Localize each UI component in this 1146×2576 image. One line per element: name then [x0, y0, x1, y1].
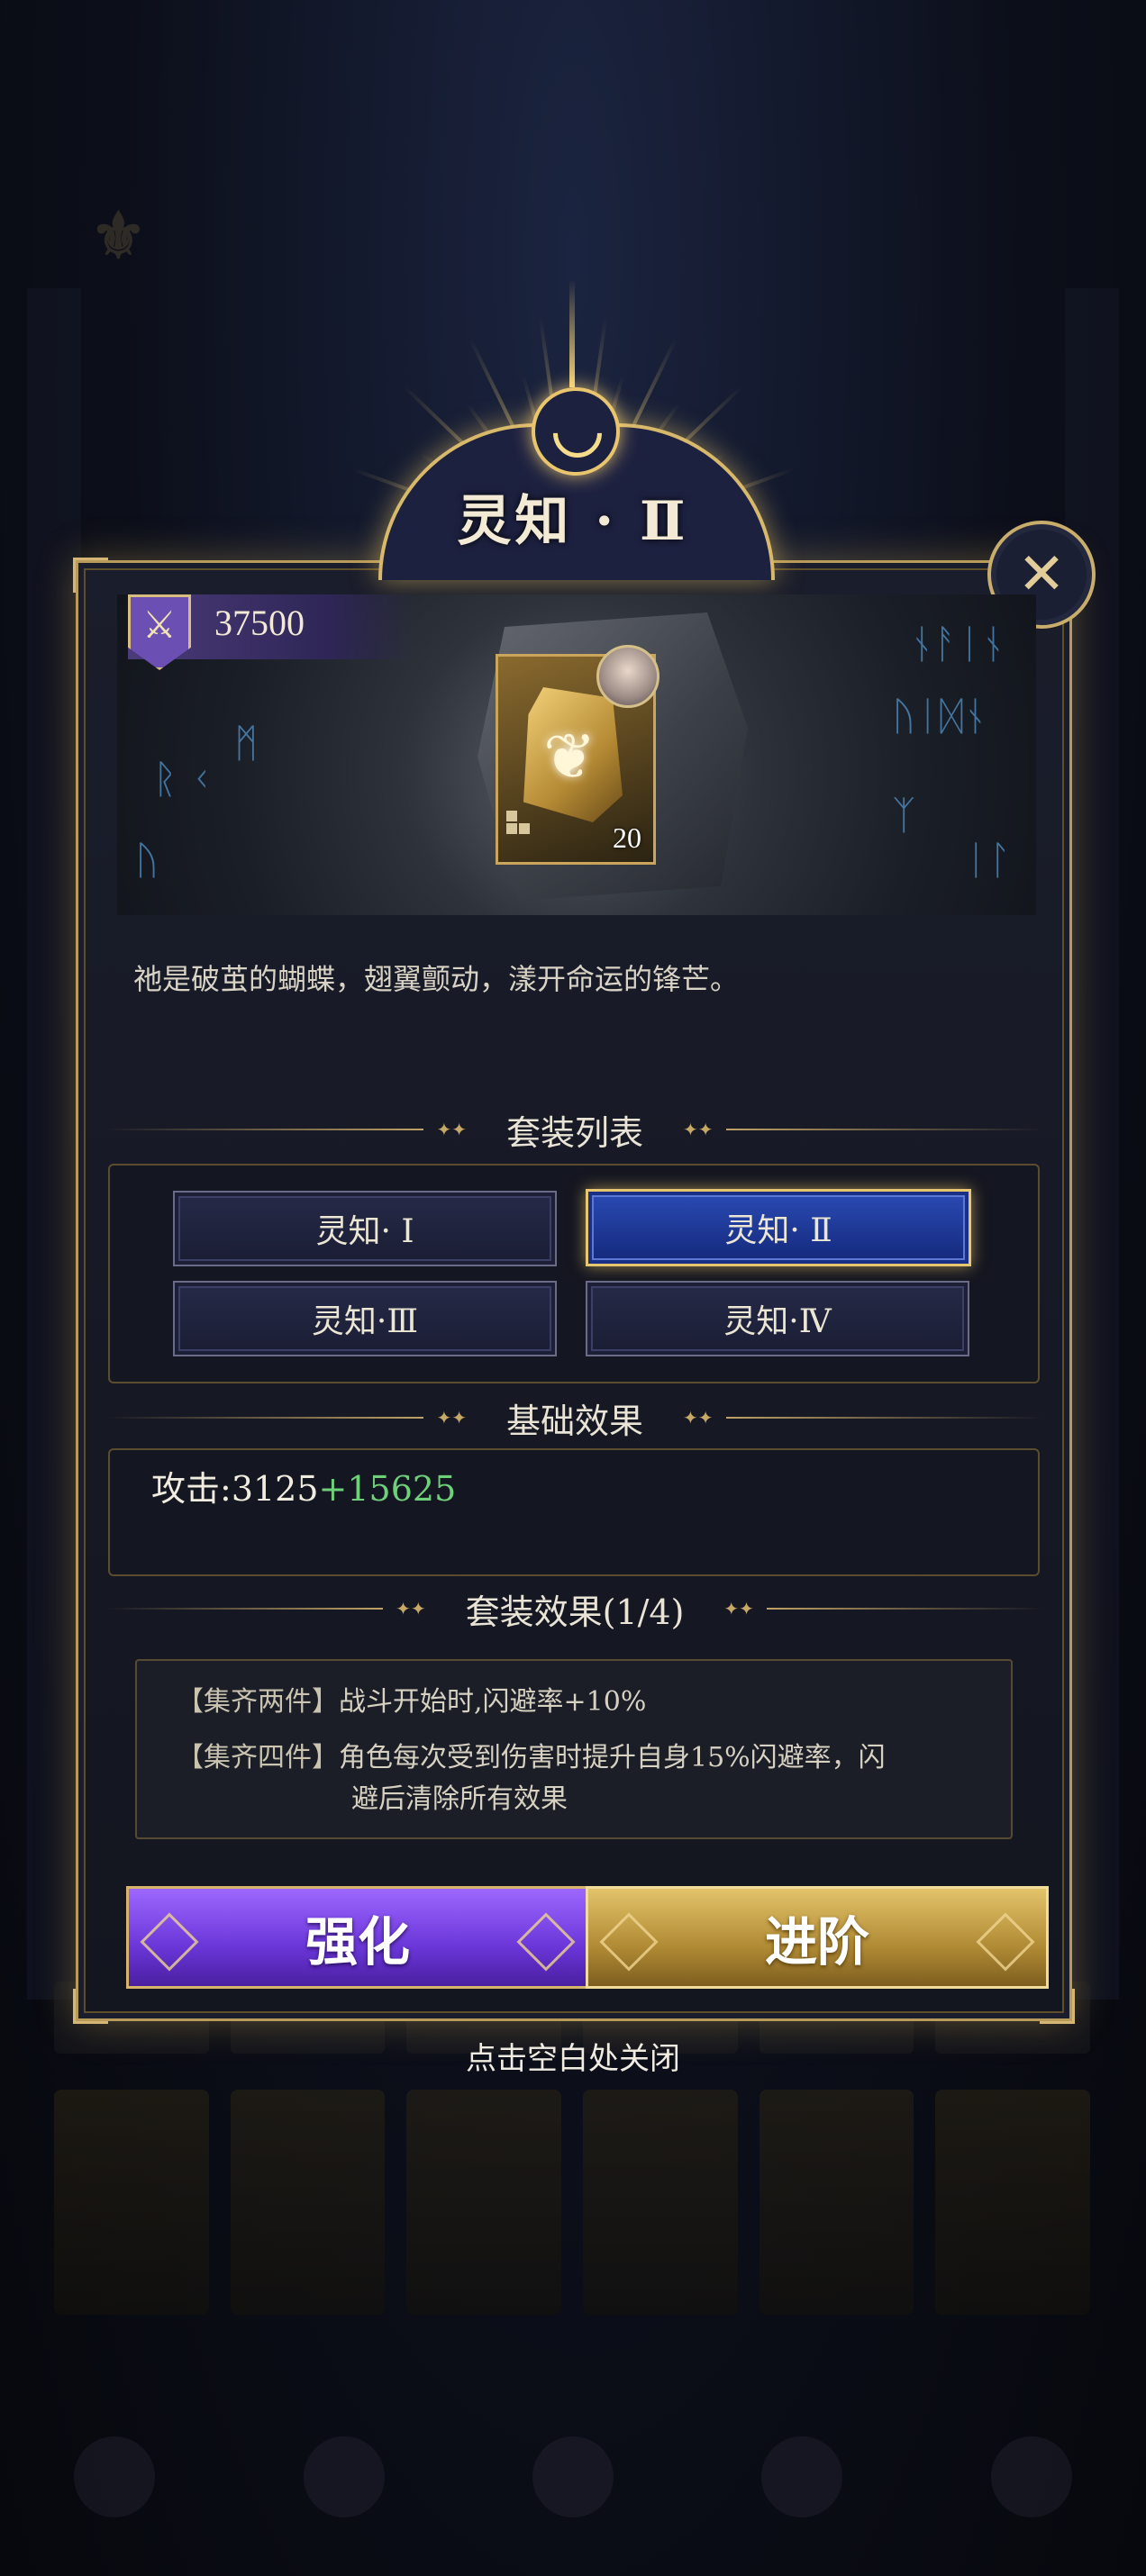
rune-glyph: ᚱ ᚲ: [153, 757, 214, 803]
enhance-label: 强化: [305, 1911, 410, 1973]
base-effect-value: 攻击:3125+15625: [151, 1461, 456, 1510]
crescent-moon-icon: [532, 387, 620, 476]
set-effects-panel: 【集齐两件】战斗开始时,闪避率+10% 【集齐四件】角色每次受到伤害时提升自身1…: [135, 1659, 1013, 1839]
set-button-4[interactable]: 灵知·Ⅳ: [586, 1281, 969, 1356]
character-avatar: [596, 645, 659, 708]
butterfly-icon: ❦: [543, 720, 596, 794]
background-card-grid: [54, 2090, 1091, 2315]
attack-label: 攻击:: [151, 1469, 232, 1509]
section-title: 套装效果(1/4): [465, 1592, 685, 1632]
attack-bonus: +15625: [318, 1469, 457, 1509]
attack-base: 3125: [231, 1469, 319, 1509]
set-effect-line: 【集齐四件】角色每次受到伤害时提升自身15%闪避率，闪: [177, 1742, 886, 1773]
background-card: [583, 2090, 738, 2315]
title-spire: [569, 279, 575, 387]
background-pillar-left: [27, 288, 81, 2000]
section-base-effect-header: ✦✦ 基础效果 ✦✦: [106, 1400, 1044, 1441]
rune-glyph: ᛁᛚ: [964, 838, 1012, 884]
background-card: [406, 2090, 562, 2315]
set-effect-line: 【集齐两件】战斗开始时,闪避率+10%: [177, 1686, 647, 1718]
rune-glyph: ᚢ: [135, 838, 159, 884]
set-effect-line: 避后清除所有效果: [351, 1783, 568, 1815]
rune-glyph: ᚾᚨᛁᚾ: [910, 621, 1005, 667]
background-card: [759, 2090, 914, 2315]
set-button-3[interactable]: 灵知·Ⅲ: [173, 1281, 557, 1356]
set-button-2[interactable]: 灵知· Ⅱ: [586, 1189, 971, 1266]
rune-glyph: ᛗ: [234, 721, 259, 766]
advance-label: 进阶: [764, 1911, 869, 1973]
background-card: [54, 2090, 209, 2315]
modal-title: 灵知 · Ⅱ: [457, 490, 689, 553]
background-bottom-nav: [0, 2414, 1146, 2540]
section-set-effect-header: ✦✦ 套装效果(1/4) ✦✦: [106, 1591, 1043, 1632]
item-count: 20: [613, 821, 641, 854]
set-button-1[interactable]: 灵知· Ⅰ: [173, 1191, 557, 1266]
section-title: 套装列表: [506, 1112, 644, 1153]
advance-button[interactable]: 进阶: [586, 1886, 1049, 1989]
enhance-button[interactable]: 强化: [126, 1886, 589, 1989]
background-logo: ⚜: [90, 198, 147, 273]
background-card: [230, 2090, 386, 2315]
close-hint[interactable]: 点击空白处关闭: [0, 2034, 1146, 2078]
section-title: 基础效果: [506, 1401, 644, 1441]
background-card: [935, 2090, 1091, 2315]
power-value: 37500: [214, 603, 305, 643]
tiles-icon: [506, 811, 533, 838]
rune-glyph: ᛉ: [892, 793, 916, 839]
item-description: 祂是破茧的蝴蝶，翅翼颤动，漾开命运的锋芒。: [133, 962, 740, 996]
rune-glyph: ᚢᛁᛞᚾ: [892, 694, 987, 739]
section-set-list-header: ✦✦ 套装列表 ✦✦: [106, 1111, 1044, 1153]
